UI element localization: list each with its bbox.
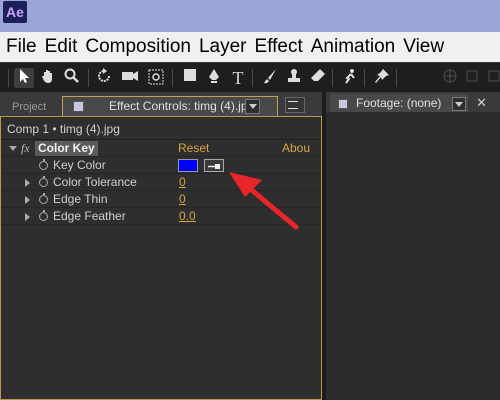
chevron-down-icon[interactable] (452, 97, 466, 111)
toolbar-separator (252, 69, 253, 87)
footage-tab-label: Footage: (none) (356, 96, 442, 110)
brush-tool-icon[interactable] (260, 68, 280, 88)
puppet-pin-tool-icon[interactable] (372, 68, 392, 88)
expand-triangle-icon[interactable] (25, 213, 30, 221)
edge-feather-value[interactable]: 0.0 (179, 208, 196, 225)
stopwatch-icon[interactable] (39, 176, 48, 187)
menu-file[interactable]: File (0, 32, 45, 62)
type-tool-icon[interactable]: T (228, 68, 248, 88)
eyedropper-icon[interactable] (204, 159, 224, 172)
toolbar-separator (364, 69, 365, 87)
about-link[interactable]: Abou (282, 140, 310, 157)
clone-stamp-tool-icon[interactable] (284, 68, 304, 88)
tab-footage[interactable]: Footage: (none) (330, 94, 468, 112)
reset-link[interactable]: Reset (178, 140, 209, 157)
effect-row-color-key[interactable]: fx Color Key Reset Abou (1, 140, 321, 157)
menu-bar: File Edit Composition Layer Effect Anima… (0, 32, 500, 62)
effect-name[interactable]: Color Key (35, 141, 98, 156)
after-effects-logo: Ae (3, 1, 27, 23)
property-label: Edge Feather (53, 209, 126, 223)
menu-animation[interactable]: Animation (311, 32, 404, 62)
property-row-key-color: Key Color (1, 157, 321, 174)
tab-effect-controls[interactable]: Effect Controls: timg (4).jpg (62, 96, 278, 116)
key-color-swatch[interactable] (178, 159, 198, 172)
view-axis-icon[interactable] (484, 68, 500, 88)
toolbar-separator (88, 69, 89, 87)
divider (1, 224, 321, 225)
stopwatch-icon[interactable] (39, 159, 48, 170)
footage-viewer[interactable] (326, 112, 500, 400)
expand-triangle-icon[interactable] (25, 196, 30, 204)
roto-brush-tool-icon[interactable] (340, 68, 360, 88)
property-label: Key Color (53, 158, 106, 172)
title-bar: Ae (0, 0, 500, 32)
edge-thin-value[interactable]: 0 (179, 191, 186, 208)
zoom-tool-icon[interactable] (62, 68, 82, 88)
tab-project[interactable]: Project (2, 98, 58, 116)
workspace-panels: Project Effect Controls: timg (4).jpg Co… (0, 92, 500, 400)
menu-edit[interactable]: Edit (45, 32, 86, 62)
menu-view[interactable]: View (403, 32, 452, 62)
fx-toggle-icon[interactable]: fx (21, 140, 30, 157)
hand-tool-icon[interactable] (38, 68, 58, 88)
close-icon[interactable]: ✕ (476, 95, 487, 111)
property-label: Color Tolerance (53, 175, 137, 189)
property-row-edge-feather: Edge Feather 0.0 (1, 208, 321, 225)
world-axis-icon[interactable] (462, 68, 482, 88)
chevron-down-icon[interactable] (245, 99, 260, 114)
tools-toolbar: T (0, 62, 500, 93)
toolbar-separator (172, 69, 173, 87)
toolbar-grip (8, 69, 9, 87)
effect-controls-panel: Comp 1 • timg (4).jpg fx Color Key Reset… (0, 116, 322, 400)
effect-controls-header: Comp 1 • timg (4).jpg (7, 122, 120, 136)
rotate-tool-icon[interactable] (94, 68, 114, 88)
effect-controls-tab-label: Effect Controls: timg (4).jpg (109, 99, 255, 113)
toolbar-separator (396, 69, 397, 87)
expand-triangle-icon[interactable] (25, 179, 30, 187)
property-label: Edge Thin (53, 192, 108, 206)
rectangle-tool-icon[interactable] (180, 68, 200, 88)
lock-icon[interactable] (73, 101, 84, 112)
panel-menu-icon[interactable] (285, 97, 305, 113)
axis-mode-icon[interactable] (440, 68, 460, 88)
menu-composition[interactable]: Composition (85, 32, 199, 62)
color-tolerance-value[interactable]: 0 (179, 174, 186, 191)
menu-layer[interactable]: Layer (199, 32, 255, 62)
pen-tool-icon[interactable] (204, 68, 224, 88)
camera-tool-icon[interactable] (120, 68, 140, 88)
selection-tool-icon[interactable] (14, 68, 34, 88)
lock-icon[interactable] (338, 99, 348, 109)
stopwatch-icon[interactable] (39, 193, 48, 204)
eraser-tool-icon[interactable] (308, 68, 328, 88)
property-row-color-tolerance: Color Tolerance 0 (1, 174, 321, 191)
left-panel-tab-strip: Project Effect Controls: timg (4).jpg (0, 92, 322, 116)
pan-behind-tool-icon[interactable] (146, 68, 166, 88)
expand-triangle-icon[interactable] (9, 146, 17, 151)
property-row-edge-thin: Edge Thin 0 (1, 191, 321, 208)
menu-effect[interactable]: Effect (255, 32, 311, 62)
toolbar-separator (332, 69, 333, 87)
stopwatch-icon[interactable] (39, 210, 48, 221)
